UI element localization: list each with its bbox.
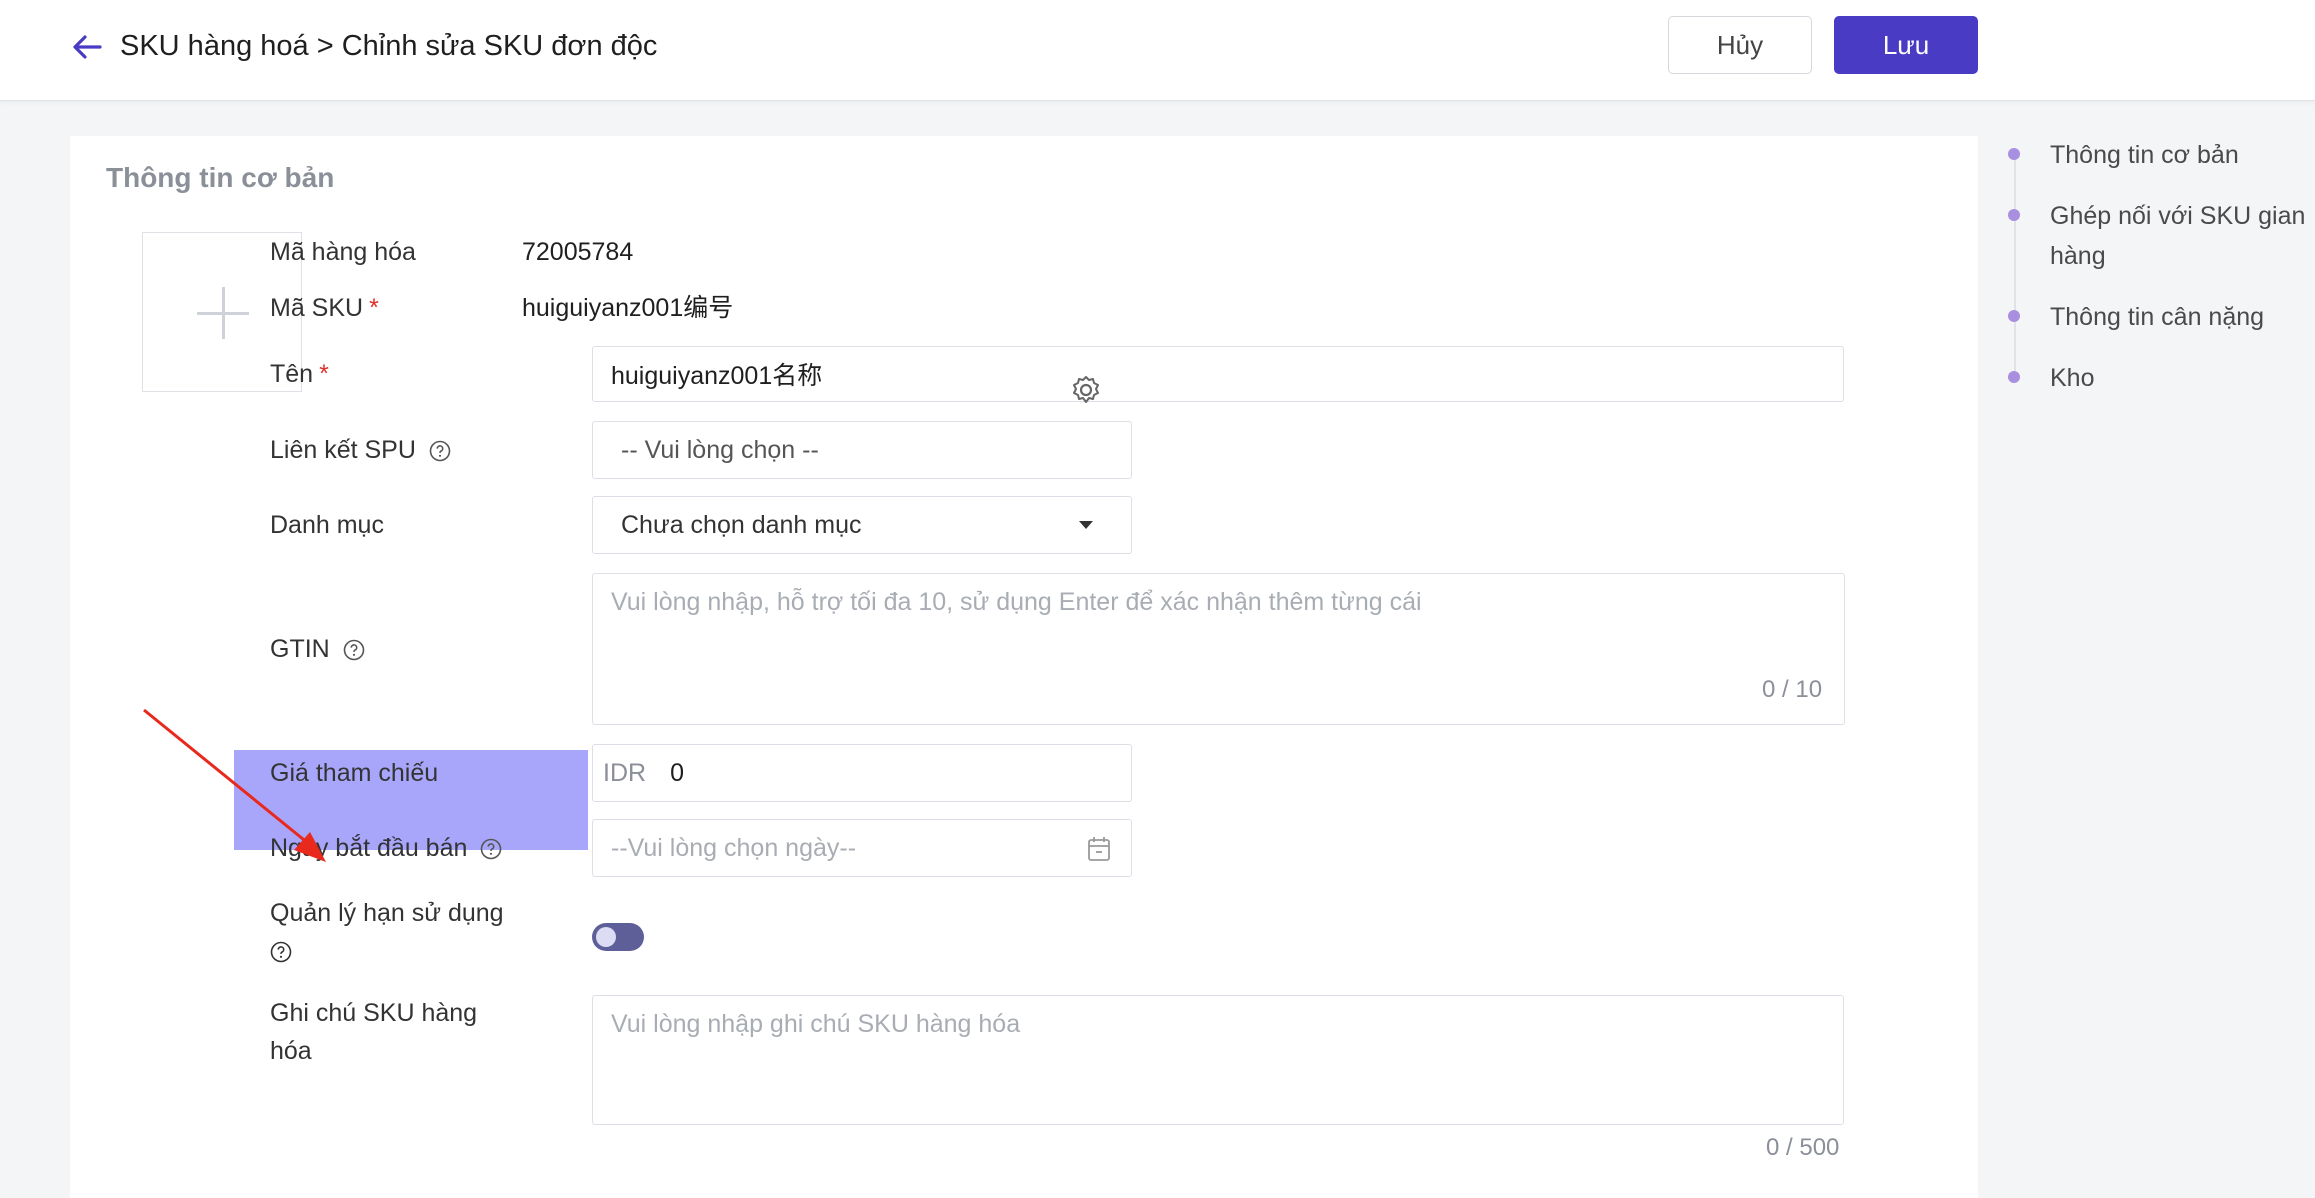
- name-input[interactable]: huiguiyanz001名称: [592, 346, 1844, 402]
- toc-item-weight-info[interactable]: Thông tin cân nặng: [2050, 297, 2264, 337]
- spu-select[interactable]: -- Vui lòng chọn --: [592, 421, 1132, 479]
- section-title: Thông tin cơ bản: [106, 162, 335, 193]
- spu-label: Liên kết SPU: [270, 431, 451, 469]
- breadcrumb: SKU hàng hoá > Chỉnh sửa SKU đơn độc: [120, 30, 658, 62]
- category-select[interactable]: Chưa chọn danh mục: [592, 496, 1132, 554]
- product-code-value: 72005784: [522, 238, 634, 266]
- expiry-mgmt-label: Quản lý hạn sử dụng: [270, 894, 560, 970]
- toc-item-basic-info[interactable]: Thông tin cơ bản: [2050, 135, 2239, 175]
- toc-dot: [2008, 371, 2020, 383]
- annotation-arrow: [143, 708, 326, 862]
- cancel-button[interactable]: Hủy: [1668, 16, 1812, 74]
- gtin-label: GTIN: [270, 630, 365, 668]
- toc-dot: [2008, 148, 2020, 160]
- chevron-down-icon: [1079, 521, 1093, 529]
- help-icon[interactable]: [343, 639, 365, 661]
- note-textarea[interactable]: Vui lòng nhập ghi chú SKU hàng hóa: [592, 995, 1844, 1125]
- toc-item-warehouse[interactable]: Kho: [2050, 358, 2094, 398]
- sale-start-date-picker[interactable]: --Vui lòng chọn ngày--: [592, 819, 1132, 877]
- note-label: Ghi chú SKU hàng hóa: [270, 999, 478, 1065]
- top-bar: SKU hàng hoá > Chỉnh sửa SKU đơn độc Hủy…: [0, 0, 2315, 101]
- gtin-textarea[interactable]: Vui lòng nhập, hỗ trợ tối đa 10, sử dụng…: [592, 573, 1845, 725]
- note-counter: 0 / 500: [1766, 1134, 1840, 1161]
- sku-code-label: Mã SKU *: [270, 294, 379, 322]
- gtin-counter: 0 / 10: [1762, 676, 1823, 703]
- category-label: Danh mục: [270, 511, 384, 539]
- toc-dot: [2008, 209, 2020, 221]
- name-label: Tên *: [270, 360, 329, 388]
- sku-code-value: huiguiyanz001编号: [522, 294, 734, 322]
- currency-label: IDR: [603, 758, 647, 787]
- calendar-icon: [1088, 837, 1110, 861]
- save-button[interactable]: Lưu: [1834, 16, 1978, 74]
- help-icon[interactable]: [429, 440, 451, 462]
- help-icon[interactable]: [480, 838, 502, 860]
- toggle-knob: [596, 927, 616, 947]
- ref-price-input[interactable]: IDR 0: [592, 744, 1132, 802]
- toc-item-store-sku[interactable]: Ghép nối với SKU gian hàng: [2050, 196, 2310, 276]
- help-icon[interactable]: [270, 941, 292, 963]
- back-arrow-icon[interactable]: [70, 30, 104, 64]
- toc-line: [2014, 154, 2016, 378]
- product-code-label: Mã hàng hóa: [270, 238, 416, 266]
- gear-icon[interactable]: [1070, 374, 1102, 406]
- toc-dot: [2008, 310, 2020, 322]
- expiry-mgmt-toggle[interactable]: [592, 923, 644, 951]
